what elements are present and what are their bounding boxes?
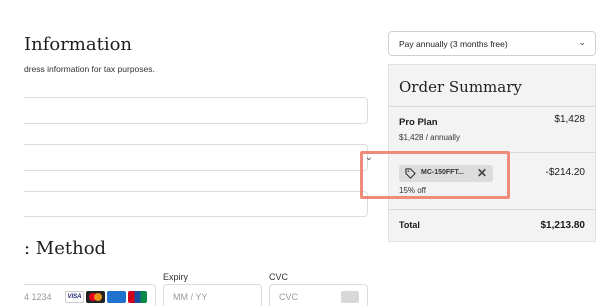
- country-select[interactable]: ⌄: [24, 144, 373, 171]
- total-value: $1,213.80: [540, 220, 586, 231]
- expiry-label: Expiry: [163, 272, 189, 282]
- unionpay-icon: [128, 291, 147, 303]
- plan-price: $1,428: [554, 114, 585, 125]
- card-back-icon: [341, 291, 359, 303]
- divider: [389, 106, 595, 107]
- card-number-field[interactable]: 4 1234 VISA: [24, 284, 156, 306]
- card-brand-logos: VISA: [65, 291, 147, 303]
- divider: [389, 209, 595, 210]
- postal-field[interactable]: [24, 191, 368, 217]
- cvc-placeholder: CVC: [279, 292, 299, 302]
- cvc-label: CVC: [269, 272, 289, 282]
- discount-amount: -$214.20: [545, 167, 585, 178]
- card-number-placeholder: 4 1234: [24, 292, 52, 302]
- information-description: dress information for tax purposes.: [24, 64, 155, 74]
- chevron-down-icon: ⌄: [578, 37, 586, 47]
- amex-icon: [107, 291, 126, 303]
- plan-name: Pro Plan: [399, 117, 438, 128]
- mastercard-icon: [86, 291, 105, 303]
- billing-period-select[interactable]: Pay annually (3 months free) ⌄: [388, 31, 596, 56]
- information-heading: Information: [24, 34, 133, 55]
- cvc-field[interactable]: CVC: [269, 284, 368, 306]
- total-label: Total: [399, 220, 420, 230]
- plan-billing-detail: $1,428 / annually: [399, 133, 460, 142]
- order-summary-title: Order Summary: [399, 78, 522, 96]
- expiry-placeholder: MM / YY: [173, 292, 208, 302]
- billing-period-value: Pay annually (3 months free): [399, 39, 508, 49]
- payment-method-heading: : Method: [24, 238, 107, 259]
- coupon-highlight-box: [360, 151, 510, 199]
- expiry-field[interactable]: MM / YY: [163, 284, 262, 306]
- address-field[interactable]: [24, 97, 368, 124]
- visa-icon: VISA: [65, 291, 84, 303]
